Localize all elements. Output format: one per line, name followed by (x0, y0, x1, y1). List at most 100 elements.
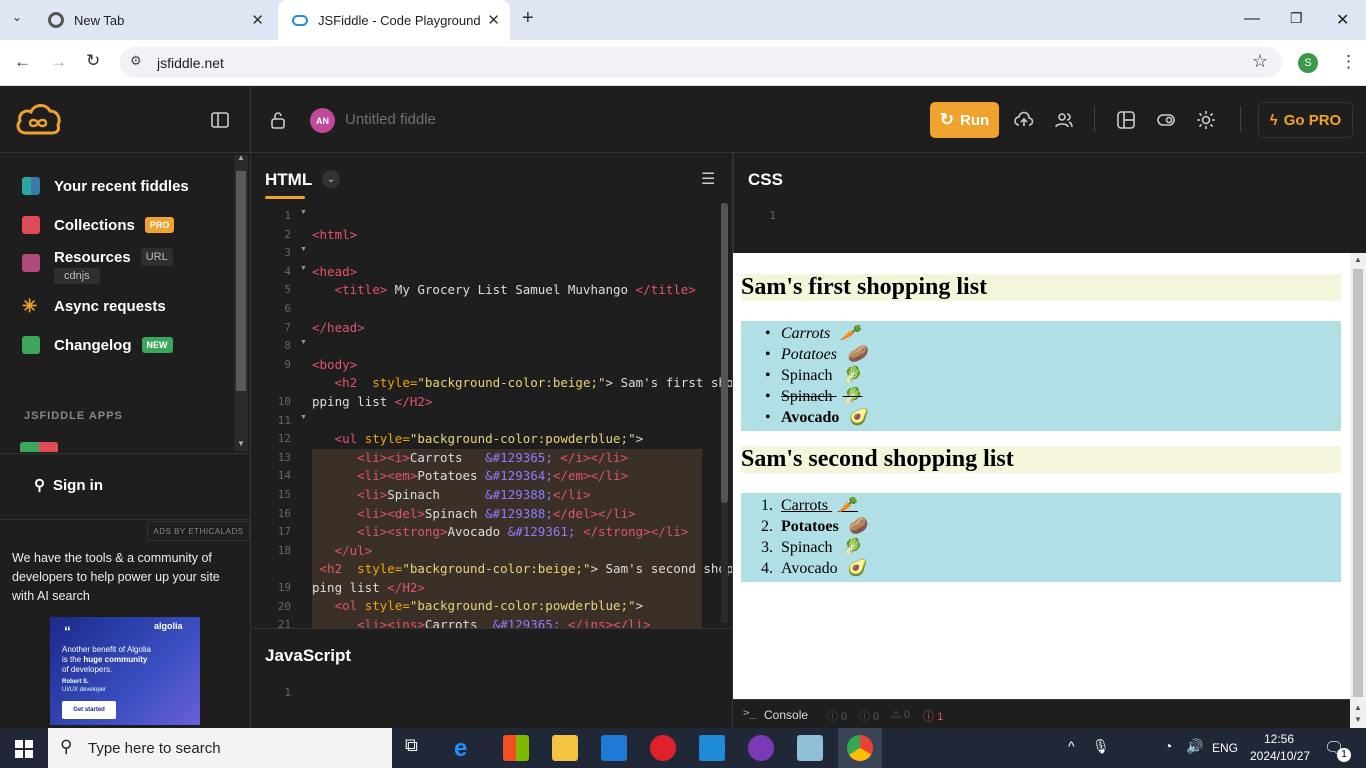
sidebar-item-recent[interactable]: Your recent fiddles (22, 177, 189, 195)
list-item-text: Spinach (781, 539, 833, 556)
app-icon[interactable] (20, 442, 58, 452)
opera-icon[interactable] (650, 735, 676, 761)
theme-sun-icon[interactable] (1196, 110, 1216, 130)
clock-time[interactable]: 12:56 (1264, 732, 1294, 746)
line-number: 19 (277, 581, 291, 594)
result-iframe[interactable]: Sam's first shopping list • Carrots 🥕 • Pot… (733, 253, 1350, 699)
go-pro-button[interactable]: ϟ Go PRO (1258, 102, 1353, 138)
forward-icon[interactable]: → (50, 52, 67, 72)
list-item-text: Spinach (781, 388, 833, 405)
collaborate-users-icon[interactable] (1054, 110, 1074, 130)
fiddle-name[interactable]: Untitled fiddle (345, 111, 436, 128)
taskbar-search[interactable]: ⚲ Type here to search (48, 728, 392, 768)
task-view-icon[interactable]: ⧉ (405, 735, 431, 761)
js-panel-title: JavaScript (265, 646, 351, 665)
reload-icon[interactable]: ↻ (86, 51, 100, 71)
console-label[interactable]: Console (764, 708, 808, 722)
html-code[interactable]: <html> <head> <title> My Grocery List Sa… (312, 207, 733, 653)
tab-new-tab[interactable]: New Tab ✕ (34, 0, 274, 40)
mail-icon[interactable] (601, 735, 627, 761)
tab-search-chevron-icon[interactable]: ⌄ (12, 10, 22, 24)
run-label: Run (960, 111, 990, 129)
ads-label[interactable]: ADS BY ETHICALADS (147, 521, 250, 541)
new-tab-button[interactable]: + (522, 7, 534, 30)
algolia-logo: algolia (154, 621, 183, 631)
chrome-taskbar-icon[interactable] (847, 735, 873, 761)
format-code-icon[interactable]: ☰ (701, 169, 715, 189)
list-bullet: • (765, 409, 771, 426)
result-scrollbar[interactable]: ▲ ▲ ▼ (1350, 253, 1366, 728)
network-icon[interactable]: ◔ (1164, 738, 1172, 754)
line-number: 8 (284, 339, 291, 353)
mic-icon[interactable]: 🎙 (1092, 738, 1110, 755)
tab-jsfiddle[interactable]: JSFiddle - Code Playground ✕ (278, 0, 510, 40)
fold-arrow-icon[interactable]: ▼ (300, 414, 307, 421)
fold-arrow-icon[interactable]: ▼ (300, 265, 307, 272)
bookmark-star-icon[interactable]: ☆ (1252, 51, 1268, 72)
sidebar-item-collections[interactable]: Collections PRO (22, 216, 175, 234)
close-window-icon[interactable]: ✕ (1336, 10, 1349, 30)
result-heading-2: Sam's second shopping list (741, 446, 1341, 473)
ad-text[interactable]: We have the tools & a community of devel… (12, 549, 232, 606)
app-icon[interactable] (797, 735, 823, 761)
browser-tab-bar: ⌄ New Tab ✕ JSFiddle - Code Playground ✕… (0, 0, 1366, 40)
css-editor-panel[interactable]: CSS 1 (733, 153, 1366, 253)
jsfiddle-logo-icon[interactable] (14, 101, 62, 137)
upload-cloud-icon[interactable] (1014, 110, 1034, 130)
tab-title: New Tab (74, 12, 125, 28)
run-button[interactable]: ↻ Run (930, 102, 999, 138)
user-avatar[interactable]: AN (310, 108, 335, 133)
js-editor-panel[interactable]: JavaScript 1 (251, 628, 732, 728)
line-number: 18 (277, 543, 291, 557)
run-refresh-icon: ↻ (939, 110, 955, 129)
minimize-icon[interactable]: — (1244, 10, 1260, 28)
line-number: 15 (277, 488, 291, 501)
sidebar-item-label: Resources (54, 248, 131, 266)
volume-icon[interactable]: 🔊 (1186, 738, 1203, 755)
browser-menu-icon[interactable]: ⋮ (1340, 52, 1357, 72)
close-tab-icon[interactable]: ✕ (487, 11, 500, 29)
html-editor-panel[interactable]: HTML ⌄ ☰ 1 ▼ 2 3 ▼ 4 ▼ 5 6 7 8 ▼ 9 10 11 ▼ 12 13 14 15 16 17 1… (251, 153, 733, 651)
tray-chevron-icon[interactable]: ^ (1068, 738, 1075, 754)
ad-image[interactable]: “ algolia Another benefit of Algolia is … (50, 617, 200, 725)
result-heading-1: Sam's first shopping list (741, 274, 1341, 301)
layout-icon[interactable] (1116, 110, 1136, 130)
toggle-sidebar-icon[interactable] (210, 110, 230, 130)
line-number: 3 (284, 246, 291, 260)
vscode-icon[interactable] (699, 735, 725, 761)
back-icon[interactable]: ← (14, 52, 31, 72)
restore-icon[interactable]: ❐ (1290, 10, 1303, 27)
sidebar-item-changelog[interactable]: Changelog NEW (22, 336, 173, 354)
fold-arrow-icon[interactable]: ▼ (300, 339, 307, 346)
fold-arrow-icon[interactable]: ▼ (300, 209, 307, 216)
get-started-button[interactable]: Get started (62, 701, 116, 719)
language-indicator[interactable]: ENG (1212, 741, 1238, 755)
omnibox[interactable]: ⚙ jsfiddle.net ☆ (120, 47, 1282, 78)
resources-icon (22, 254, 40, 272)
language-dropdown-chevron-icon[interactable]: ⌄ (322, 170, 340, 188)
sidebar-item-async[interactable]: ✳ Async requests (22, 297, 166, 315)
console-bar[interactable]: >_ Console ⓘ 0 ⓘ 0 ⚠ 0 ⓘ 1 (733, 699, 1350, 728)
edge-icon[interactable]: e (454, 735, 480, 762)
close-tab-icon[interactable]: ✕ (251, 11, 264, 29)
sidebar-item-label: Async requests (54, 297, 166, 315)
sidebar-item-resources[interactable]: Resources URL cdnjs (22, 248, 173, 284)
windows-start-icon[interactable] (15, 740, 33, 758)
profile-avatar[interactable]: S (1298, 53, 1318, 73)
new-badge: NEW (141, 337, 173, 353)
clock-date[interactable]: 2024/10/27 (1250, 749, 1310, 763)
line-number: 20 (277, 599, 291, 613)
fold-arrow-icon[interactable]: ▼ (300, 246, 307, 253)
sign-in-link[interactable]: ⚲ Sign in (34, 476, 103, 495)
line-number: 7 (284, 320, 291, 334)
github-desktop-icon[interactable] (748, 735, 774, 761)
site-info-icon[interactable]: ⚙ (130, 53, 142, 69)
store-icon[interactable] (503, 735, 529, 761)
url-text[interactable]: jsfiddle.net (157, 55, 224, 71)
console-warn-count: ⚠ 0 (891, 709, 911, 721)
toggle-icon[interactable] (1156, 110, 1176, 130)
sidebar-scrollbar[interactable]: ▲ ▼ (234, 153, 248, 451)
file-explorer-icon[interactable] (552, 735, 578, 761)
lock-icon[interactable] (268, 110, 288, 130)
html-editor-scrollbar[interactable] (721, 203, 728, 623)
